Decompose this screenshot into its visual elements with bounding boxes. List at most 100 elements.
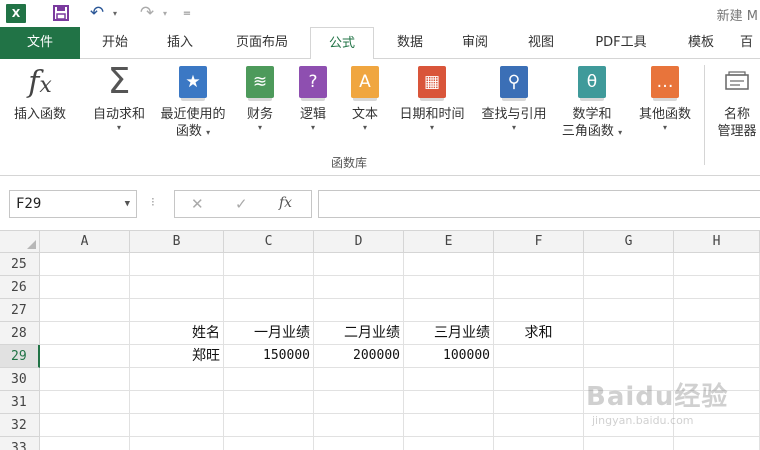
- grid-cell[interactable]: [314, 391, 404, 414]
- column-header-a[interactable]: A: [40, 231, 130, 253]
- row-header-25[interactable]: 25: [0, 253, 40, 276]
- grid-cell[interactable]: [40, 322, 130, 345]
- column-header-f[interactable]: F: [494, 231, 584, 253]
- grid-cell[interactable]: [314, 437, 404, 450]
- grid-cell[interactable]: [674, 437, 760, 450]
- grid-cell[interactable]: [314, 276, 404, 299]
- autosum-button[interactable]: Σ 自动求和 ▾: [86, 64, 152, 133]
- grid-cell[interactable]: [314, 299, 404, 322]
- grid-cell[interactable]: [584, 253, 674, 276]
- grid-cell[interactable]: [40, 276, 130, 299]
- grid-cell[interactable]: [404, 253, 494, 276]
- grid-cell[interactable]: [40, 345, 130, 368]
- grid-cell[interactable]: [404, 437, 494, 450]
- tab-formulas[interactable]: 公式: [310, 27, 374, 60]
- cell-f28[interactable]: 求和: [494, 322, 584, 345]
- grid-cell[interactable]: [130, 253, 224, 276]
- redo-icon[interactable]: ↷: [136, 3, 158, 23]
- name-manager-button[interactable]: 名称 管理器: [710, 65, 760, 140]
- row-header-32[interactable]: 32: [0, 414, 40, 437]
- cell-e29[interactable]: 100000: [404, 345, 494, 368]
- cell-d28[interactable]: 二月业绩: [314, 322, 404, 345]
- cell-c29[interactable]: 150000: [224, 345, 314, 368]
- grid-cell[interactable]: [224, 299, 314, 322]
- grid-cell[interactable]: [584, 322, 674, 345]
- grid-cell[interactable]: [494, 368, 584, 391]
- grid-cell[interactable]: [404, 414, 494, 437]
- grid-cell[interactable]: [130, 414, 224, 437]
- grid-cell[interactable]: [674, 253, 760, 276]
- grid-cell[interactable]: [40, 299, 130, 322]
- tab-page-layout[interactable]: 页面布局: [217, 27, 307, 59]
- grid-cell[interactable]: [404, 276, 494, 299]
- more-functions-button[interactable]: … 其他函数 ▾: [632, 65, 698, 132]
- tab-insert[interactable]: 插入: [150, 27, 210, 59]
- grid-cell[interactable]: [40, 368, 130, 391]
- grid-cell[interactable]: [130, 368, 224, 391]
- grid-cell[interactable]: [224, 391, 314, 414]
- date-time-button[interactable]: ▦ 日期和时间 ▾: [392, 65, 472, 132]
- grid-cell[interactable]: [494, 391, 584, 414]
- grid-cell[interactable]: [40, 414, 130, 437]
- grid-cell[interactable]: [674, 276, 760, 299]
- row-header-30[interactable]: 30: [0, 368, 40, 391]
- insert-function-button[interactable]: fx 插入函数: [6, 65, 74, 123]
- row-header-26[interactable]: 26: [0, 276, 40, 299]
- insert-function-fx-icon[interactable]: fx: [279, 195, 292, 211]
- grid-cell[interactable]: [314, 368, 404, 391]
- grid-cell[interactable]: [494, 276, 584, 299]
- grid-cell[interactable]: [494, 437, 584, 450]
- row-header-31[interactable]: 31: [0, 391, 40, 414]
- grid-cell[interactable]: [224, 253, 314, 276]
- save-icon[interactable]: [50, 3, 72, 23]
- tab-pdf-tools[interactable]: PDF工具: [578, 27, 664, 59]
- column-header-c[interactable]: C: [224, 231, 314, 253]
- tab-templates[interactable]: 模板: [676, 27, 726, 59]
- grid-cell[interactable]: [314, 253, 404, 276]
- cell-b28[interactable]: 姓名: [130, 322, 224, 345]
- grid-cell[interactable]: [494, 253, 584, 276]
- grid-cell[interactable]: [130, 299, 224, 322]
- select-all-corner[interactable]: [0, 231, 40, 253]
- tab-home[interactable]: 开始: [80, 27, 150, 59]
- tab-data[interactable]: 数据: [382, 27, 438, 59]
- grid-cell[interactable]: [584, 345, 674, 368]
- row-header-27[interactable]: 27: [0, 299, 40, 322]
- logical-button[interactable]: ? 逻辑 ▾: [290, 65, 336, 132]
- row-header-33[interactable]: 33: [0, 437, 40, 450]
- text-button[interactable]: A 文本 ▾: [342, 65, 388, 132]
- undo-icon[interactable]: ↶: [86, 3, 108, 23]
- grid-cell[interactable]: [314, 414, 404, 437]
- grid-cell[interactable]: [584, 276, 674, 299]
- name-box-dropdown-icon[interactable]: ▼: [125, 191, 130, 217]
- recently-used-button[interactable]: ★ 最近使用的 函数 ▾: [154, 65, 232, 141]
- redo-dropdown-icon[interactable]: ▾: [160, 3, 170, 23]
- column-header-g[interactable]: G: [584, 231, 674, 253]
- tab-overflow[interactable]: 百: [740, 27, 760, 59]
- row-header-28[interactable]: 28: [0, 322, 40, 345]
- cell-e28[interactable]: 三月业绩: [404, 322, 494, 345]
- grid-cell[interactable]: [224, 368, 314, 391]
- grid-cell[interactable]: [584, 299, 674, 322]
- grid-cell[interactable]: [130, 391, 224, 414]
- column-header-d[interactable]: D: [314, 231, 404, 253]
- enter-check-icon[interactable]: ✓: [235, 195, 248, 213]
- grid-cell[interactable]: [40, 391, 130, 414]
- customize-toolbar-icon[interactable]: =: [180, 3, 194, 23]
- cancel-icon[interactable]: ✕: [191, 195, 204, 213]
- tab-view[interactable]: 视图: [512, 27, 570, 59]
- column-header-b[interactable]: B: [130, 231, 224, 253]
- grid-cell[interactable]: [404, 391, 494, 414]
- grid-cell[interactable]: [674, 299, 760, 322]
- row-header-29[interactable]: 29: [0, 345, 40, 368]
- grid-cell[interactable]: [40, 437, 130, 450]
- cell-c28[interactable]: 一月业绩: [224, 322, 314, 345]
- grid-cell[interactable]: [224, 437, 314, 450]
- grid-cell[interactable]: [494, 414, 584, 437]
- undo-dropdown-icon[interactable]: ▾: [110, 3, 120, 23]
- grid-cell[interactable]: [130, 437, 224, 450]
- grid-cell[interactable]: [674, 345, 760, 368]
- grid-cell[interactable]: [404, 299, 494, 322]
- grid-cell[interactable]: [584, 437, 674, 450]
- grid-cell[interactable]: [494, 299, 584, 322]
